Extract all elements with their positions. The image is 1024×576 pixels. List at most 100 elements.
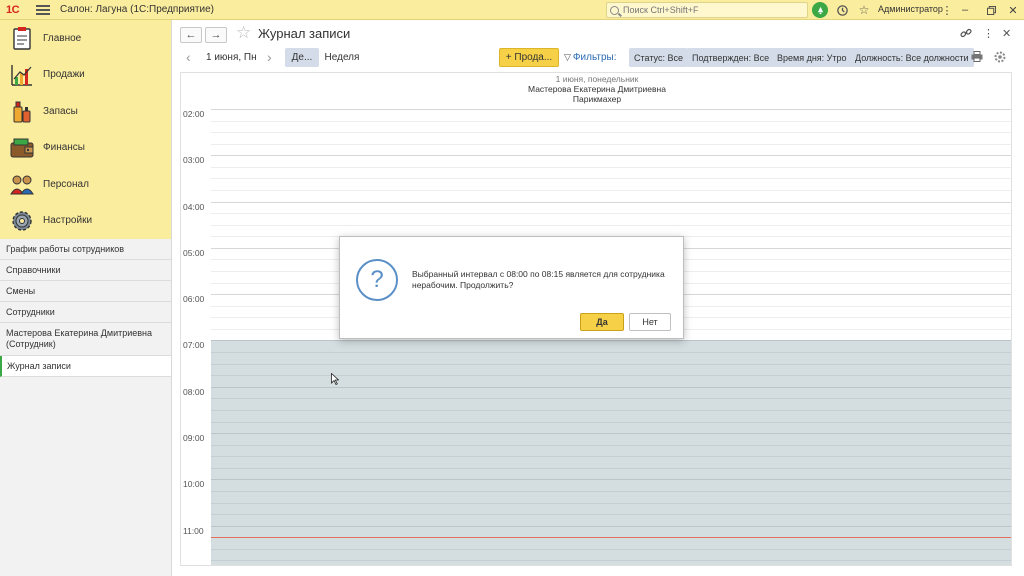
hour-slot-lane[interactable]	[211, 525, 1011, 565]
filter-position-chip[interactable]: Должность: Все должности	[850, 48, 974, 67]
hour-row[interactable]: 11:00	[181, 525, 1011, 565]
nav-item-references[interactable]: Справочники	[0, 260, 171, 281]
hour-label: 11:00	[183, 525, 204, 536]
section-label: Продажи	[43, 69, 85, 81]
hour-row[interactable]: 07:00	[181, 340, 1011, 387]
more-menu-icon[interactable]: ⋮	[938, 2, 956, 18]
prev-date-chevron-icon[interactable]: ‹	[186, 49, 191, 65]
clipboard-icon	[10, 26, 34, 50]
staff-icon	[10, 172, 34, 196]
slot-divider	[211, 178, 1011, 180]
hour-slot-lane[interactable]	[211, 433, 1011, 480]
hour-label: 08:00	[183, 386, 205, 397]
hour-label: 04:00	[183, 201, 205, 212]
hour-label: 07:00	[183, 340, 205, 351]
nav-item-employees[interactable]: Сотрудники	[0, 302, 171, 323]
calendar-position: Парикмахер	[572, 94, 622, 104]
section-finance[interactable]: Финансы	[0, 130, 171, 167]
week-view-button[interactable]: Неделя	[322, 48, 362, 67]
notification-bell-icon[interactable]	[812, 2, 828, 18]
slot-divider	[211, 201, 1011, 203]
hour-slot-lane[interactable]	[211, 386, 1011, 434]
section-stock[interactable]: Запасы	[0, 93, 171, 130]
slot-divider	[211, 190, 1011, 192]
link-icon[interactable]	[960, 27, 972, 42]
slot-divider	[211, 560, 1011, 562]
hour-row[interactable]: 08:00	[181, 386, 1011, 434]
no-button[interactable]: Нет	[629, 313, 671, 331]
slot-divider	[211, 490, 1011, 492]
slot-divider	[211, 132, 1011, 134]
search-icon	[610, 5, 619, 15]
close-form-icon[interactable]: ✕	[1002, 27, 1011, 40]
current-time-line	[211, 537, 1011, 538]
nav-item-work-schedule[interactable]: График работы сотрудников	[0, 239, 171, 260]
next-date-chevron-icon[interactable]: ›	[267, 49, 272, 65]
more-actions-icon[interactable]: ⋮	[983, 27, 994, 40]
section-sales[interactable]: Продажи	[0, 57, 171, 94]
nav-item-employee-card[interactable]: Мастерова Екатерина Дмитриевна (Сотрудни…	[0, 323, 171, 356]
slot-divider	[211, 467, 1011, 469]
hour-row[interactable]: 02:00	[181, 109, 1011, 155]
section-label: Запасы	[43, 105, 78, 117]
stock-bottles-icon	[10, 99, 34, 123]
day-view-button[interactable]: Де...	[285, 48, 319, 67]
user-name[interactable]: Администратор	[878, 4, 943, 14]
favorites-star-icon[interactable]: ☆	[856, 2, 872, 18]
slot-divider	[211, 421, 1011, 423]
app-title: Салон: Лагуна (1С:Предприятие)	[60, 4, 214, 15]
filter-confirmed-chip[interactable]: Подтвержден: Все	[687, 48, 775, 67]
back-button[interactable]: ←	[180, 27, 202, 43]
slot-divider	[211, 109, 1011, 110]
minimize-icon[interactable]: –	[956, 2, 974, 18]
nav-item-shifts[interactable]: Смены	[0, 281, 171, 302]
section-settings[interactable]: Настройки	[0, 203, 171, 240]
hour-row[interactable]: 09:00	[181, 433, 1011, 480]
maximize-icon[interactable]	[982, 2, 1000, 18]
yes-button[interactable]: Да	[580, 313, 624, 331]
slot-divider	[211, 456, 1011, 458]
section-staff[interactable]: Персонал	[0, 166, 171, 203]
page-title: Журнал записи	[258, 26, 351, 41]
slot-divider	[211, 166, 1011, 168]
filter-time-of-day-chip[interactable]: Время дня: Утро	[772, 48, 852, 67]
hour-slot-lane[interactable]	[211, 155, 1011, 201]
search-box[interactable]	[606, 2, 808, 18]
filters-label-text: Фильтры:	[572, 52, 617, 63]
app-logo: 1С	[6, 3, 20, 16]
slot-divider	[211, 548, 1011, 550]
favorite-star-icon[interactable]: ☆	[236, 23, 251, 43]
menu-icon[interactable]	[36, 4, 50, 15]
slot-divider	[211, 340, 1011, 342]
hour-slot-lane[interactable]	[211, 109, 1011, 155]
history-icon[interactable]	[834, 2, 850, 18]
toolbar: ‹ 1 июня, Пн › Де... Неделя + Прода... ▽…	[172, 47, 1024, 67]
slot-divider	[211, 433, 1011, 435]
slot-divider	[211, 444, 1011, 446]
hour-row[interactable]: 10:00	[181, 479, 1011, 526]
section-label: Главное	[43, 32, 82, 44]
hour-label: 03:00	[183, 155, 205, 166]
hour-label: 06:00	[183, 294, 205, 305]
wallet-icon	[10, 136, 34, 160]
nav-list: График работы сотрудников Справочники См…	[0, 239, 171, 377]
sidebar: Главное Продажи Запасы Финансы Персонал	[0, 20, 172, 576]
add-sale-button[interactable]: + Прода...	[499, 48, 559, 67]
nav-item-appointments-journal[interactable]: Журнал записи	[0, 356, 171, 377]
calendar-header: 1 июня, понедельник Мастерова Екатерина …	[181, 73, 1011, 109]
section-main[interactable]: Главное	[0, 20, 171, 57]
hour-label: 09:00	[183, 433, 205, 444]
print-icon[interactable]	[971, 51, 983, 65]
slot-divider	[211, 213, 1011, 215]
hour-slot-lane[interactable]	[211, 479, 1011, 526]
slot-divider	[211, 398, 1011, 400]
close-icon[interactable]: ✕	[1004, 2, 1022, 18]
filter-status-chip[interactable]: Статус: Все	[629, 48, 688, 67]
forward-button[interactable]: →	[205, 27, 227, 43]
filters-label[interactable]: ▽ Фильтры:	[564, 52, 616, 63]
current-date[interactable]: 1 июня, Пн	[206, 52, 257, 63]
hour-row[interactable]: 03:00	[181, 155, 1011, 201]
settings-gear-icon[interactable]	[994, 51, 1006, 66]
search-input[interactable]	[623, 5, 793, 15]
slot-divider	[211, 502, 1011, 504]
